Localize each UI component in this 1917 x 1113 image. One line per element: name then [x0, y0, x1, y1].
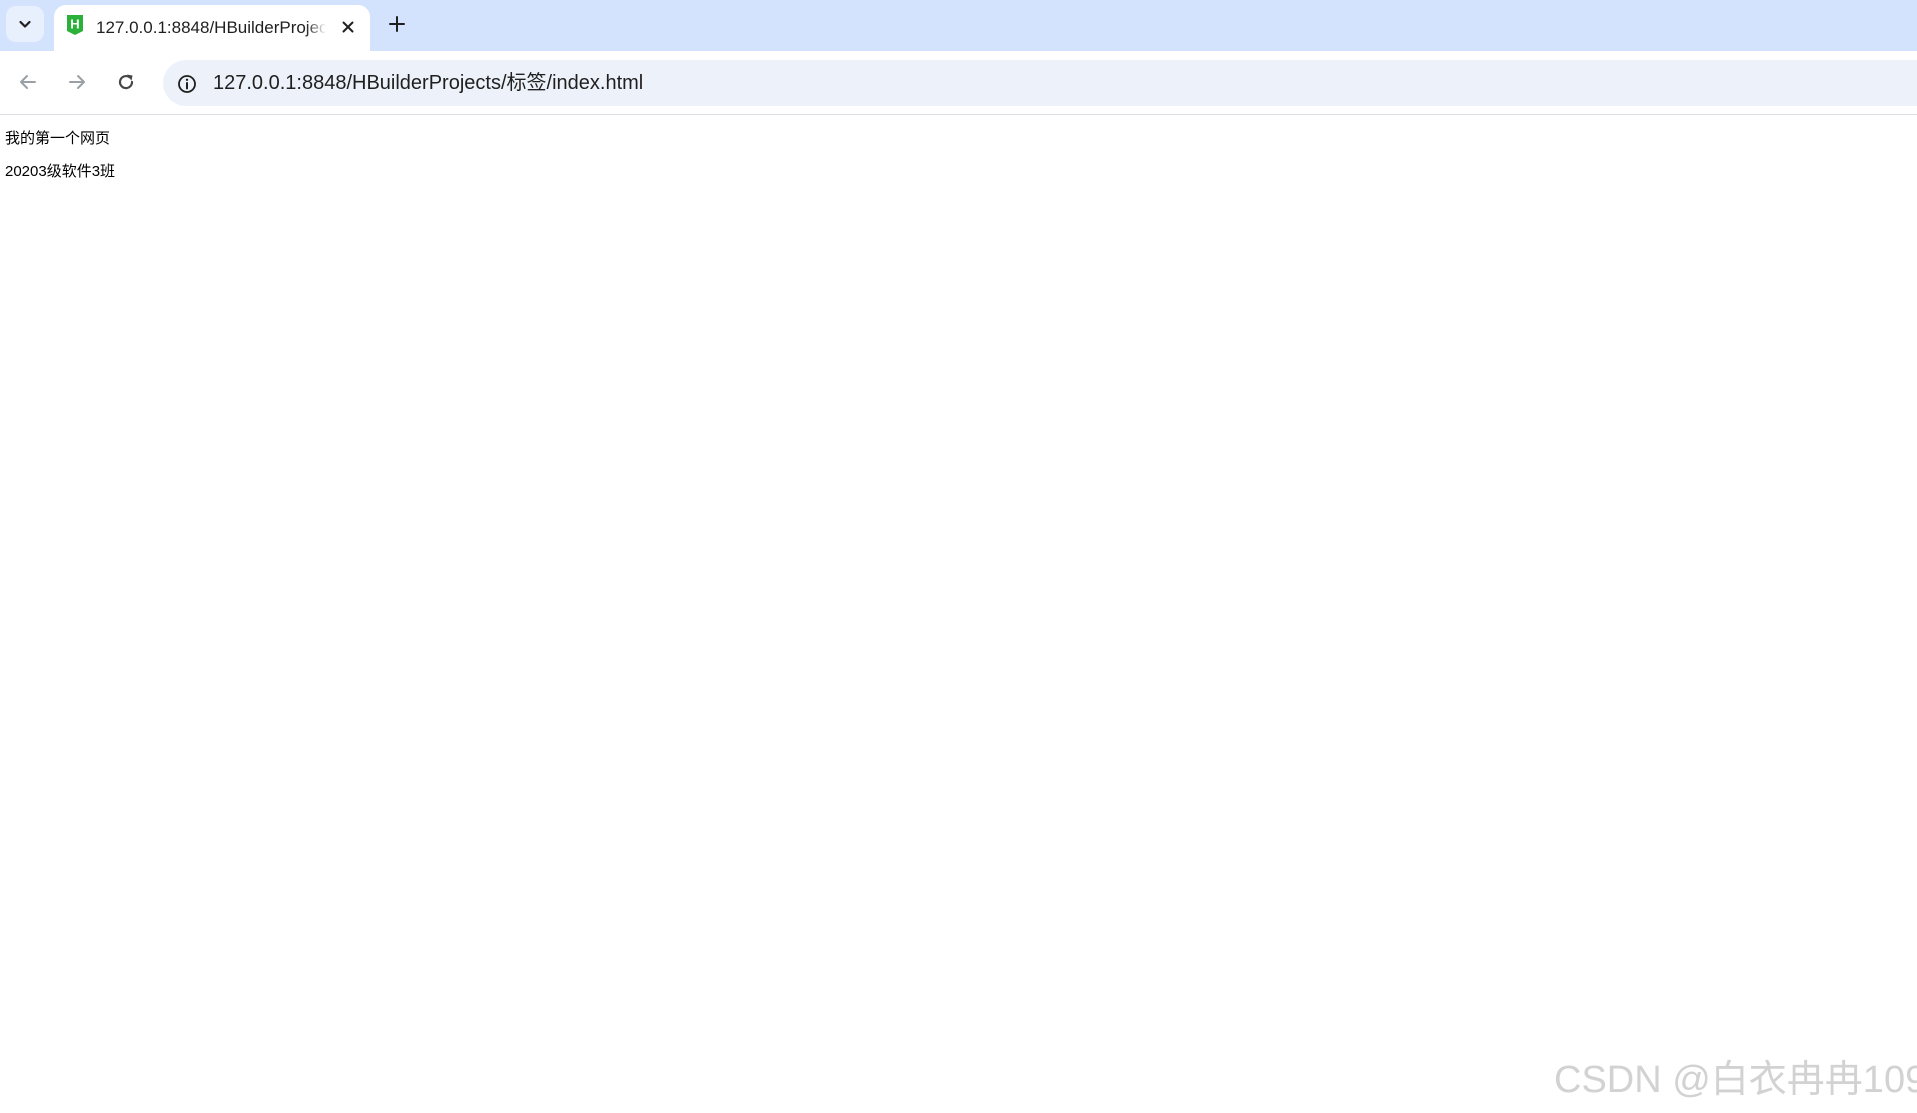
page-text-title: 我的第一个网页 [5, 130, 111, 147]
reload-icon [118, 74, 134, 90]
url-text[interactable]: 127.0.0.1:8848/HBuilderProjects/标签/index… [213, 71, 643, 95]
forward-button[interactable] [61, 66, 93, 98]
site-info-button[interactable] [173, 70, 201, 98]
hbuilder-favicon-icon: H [67, 15, 83, 35]
new-tab-button[interactable] [382, 9, 412, 39]
tab-close-button[interactable] [336, 15, 360, 39]
close-icon [342, 21, 354, 33]
toolbar: 127.0.0.1:8848/HBuilderProjects/标签/index… [0, 51, 1917, 115]
tab-active[interactable]: H 127.0.0.1:8848/HBuilderProjects/标签/ind… [54, 5, 376, 51]
page-text-class: 20203级软件3班 [5, 163, 116, 180]
info-icon [178, 75, 196, 93]
arrow-left-icon [20, 75, 36, 89]
browser-window: H 127.0.0.1:8848/HBuilderProjects/标签/ind… [0, 0, 1917, 1113]
csdn-watermark: CSDN @白衣冉冉109 [1554, 1059, 1917, 1101]
arrow-right-icon [69, 75, 85, 89]
chevron-down-icon [19, 20, 31, 28]
reload-button[interactable] [110, 66, 142, 98]
page-content: 我的第一个网页 20203级软件3班 [0, 115, 1917, 1113]
back-button[interactable] [12, 66, 44, 98]
tab-search-button[interactable] [6, 6, 44, 42]
plus-icon [389, 16, 405, 32]
favicon-letter: H [70, 17, 79, 32]
address-bar[interactable]: 127.0.0.1:8848/HBuilderProjects/标签/index… [163, 60, 1917, 106]
tab-strip: H 127.0.0.1:8848/HBuilderProjects/标签/ind… [0, 0, 1917, 51]
tab-title: 127.0.0.1:8848/HBuilderProjects/标签/index… [96, 18, 376, 37]
